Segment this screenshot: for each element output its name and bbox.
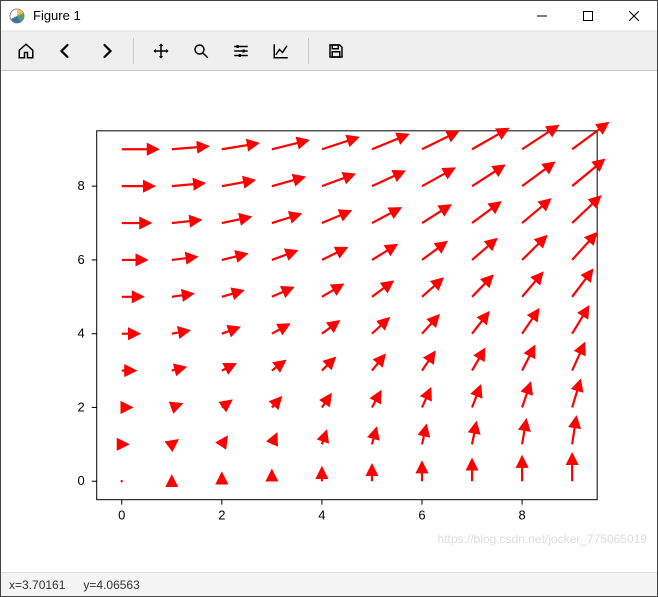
svg-text:0: 0 [78,473,85,488]
svg-text:6: 6 [78,252,85,267]
window-title: Figure 1 [33,8,81,23]
edit-axes-button[interactable] [264,36,298,66]
save-button[interactable] [319,36,353,66]
svg-text:4: 4 [78,326,85,341]
svg-text:2: 2 [218,508,225,523]
pan-button[interactable] [144,36,178,66]
arrow-right-icon [97,42,115,60]
arrow-left-icon [57,42,75,60]
chart-icon [272,42,290,60]
maximize-button[interactable] [565,1,611,31]
svg-text:8: 8 [518,508,525,523]
minimize-icon [537,11,547,21]
home-button[interactable] [9,36,43,66]
svg-text:0: 0 [118,508,125,523]
plot-canvas[interactable]: 0246802468 https://blog.csdn.net/jocker_… [1,71,657,572]
back-button[interactable] [49,36,83,66]
statusbar: x=3.70161 y=4.06563 [1,572,657,596]
forward-button[interactable] [89,36,123,66]
toolbar-separator [133,38,134,64]
plot-svg: 0 2 4 6 8 0 2 4 6 8 [1,71,657,570]
svg-text:6: 6 [418,508,425,523]
close-icon [629,11,639,21]
status-y: y=4.06563 [83,578,139,592]
status-x: x=3.70161 [9,578,65,592]
sliders-icon [232,42,250,60]
save-icon [327,42,345,60]
svg-text:4: 4 [318,508,325,523]
home-icon [17,42,35,60]
zoom-icon [192,42,210,60]
app-window: Figure 1 [0,0,658,597]
svg-text:2: 2 [78,399,85,414]
configure-subplots-button[interactable] [224,36,258,66]
matplotlib-app-icon [9,8,25,24]
maximize-icon [583,11,593,21]
toolbar-separator [308,38,309,64]
close-button[interactable] [611,1,657,31]
toolbar [1,31,657,71]
svg-text:8: 8 [78,178,85,193]
titlebar: Figure 1 [1,1,657,31]
zoom-button[interactable] [184,36,218,66]
minimize-button[interactable] [519,1,565,31]
move-icon [152,42,170,60]
